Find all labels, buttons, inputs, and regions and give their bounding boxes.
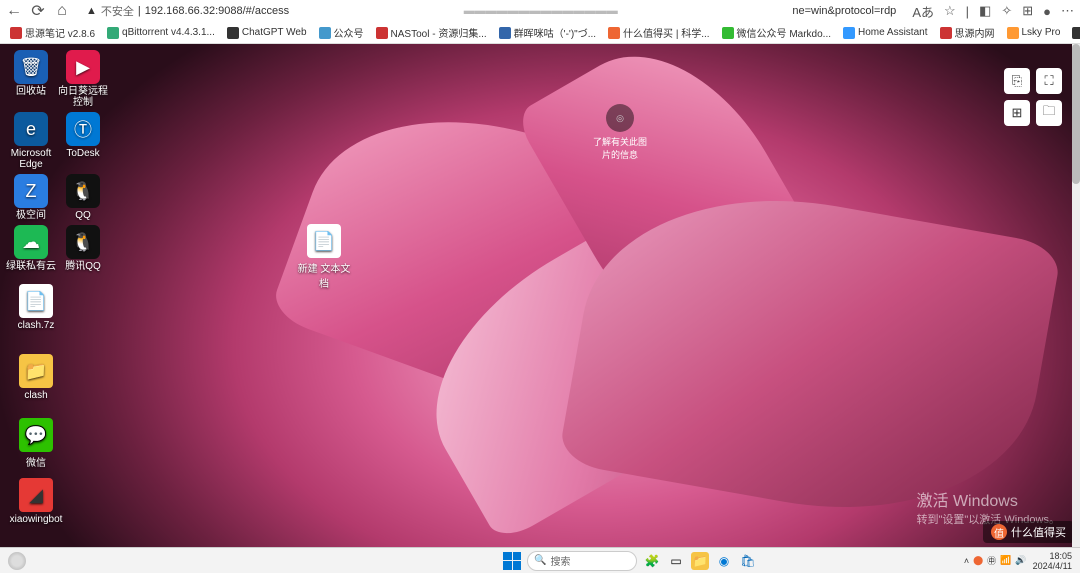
favicon-icon — [1072, 27, 1080, 39]
home-button[interactable]: ⌂ — [54, 3, 70, 19]
wallpaper-info-widget[interactable]: ◎ 了解有关此图 片的信息 — [580, 104, 660, 161]
smzdm-icon: 值 — [991, 524, 1007, 540]
favicon-icon — [10, 27, 22, 39]
desktop-icon[interactable]: ◢xiaowingbot — [6, 478, 66, 525]
favicon-icon — [940, 27, 952, 39]
tray-icon[interactable]: ⬤ — [973, 555, 983, 566]
chevron-up-icon[interactable]: ˄ — [964, 556, 969, 566]
scrollbar-thumb[interactable] — [1072, 44, 1080, 184]
smzdm-watermark: 值 什么值得买 — [983, 521, 1074, 543]
sidebar-icon[interactable]: ◧ — [979, 3, 991, 19]
collections-icon[interactable]: ✧ — [1001, 3, 1012, 19]
app-icon: Ⓣ — [66, 112, 100, 146]
app-icon: ▶ — [66, 50, 100, 84]
bookmark-item[interactable]: NASTool - 资源归集... — [372, 25, 491, 40]
bookmarks-bar: 思源笔记 v2.8.6 qBittorrent v4.4.3.1... ChatGP… — [0, 22, 1080, 44]
file-icon: 📄 — [307, 224, 341, 258]
favicon-icon — [107, 27, 119, 39]
desktop-icon[interactable]: 💬微信 — [6, 418, 66, 469]
desktop-icon[interactable]: eMicrosoft Edge — [6, 112, 56, 170]
app-icon: 🐧 — [66, 225, 100, 259]
favicon-icon — [227, 27, 239, 39]
edge-icon[interactable]: ◉ — [715, 552, 733, 570]
bookmark-item[interactable]: 什么值得买 | 科学... — [604, 25, 714, 40]
file-icon: 📁 — [19, 354, 53, 388]
weather-widget[interactable] — [8, 552, 26, 570]
rdp-control-panel: ⎘ ⛶ ⊞ 🗀 — [1004, 68, 1062, 126]
app-icon: Z — [14, 174, 48, 208]
wifi-icon[interactable]: 📶 — [1000, 555, 1011, 566]
desktop-icon[interactable]: ▶向日葵远程控制 — [58, 50, 108, 108]
lock-warn-icon: ▲ — [86, 5, 97, 17]
app-icon: ☁ — [14, 225, 48, 259]
file-explorer-icon[interactable]: 📁 — [691, 552, 709, 570]
bookmark-item[interactable]: qBittorrent v4.4.3.1... — [103, 27, 219, 39]
task-view-icon[interactable]: ▭ — [667, 552, 685, 570]
search-icon: 🔍 — [534, 555, 546, 566]
scrollbar[interactable] — [1072, 44, 1080, 547]
desktop-icon[interactable]: Z极空间 — [6, 174, 56, 221]
security-label: 不安全 — [101, 3, 134, 19]
bookmark-item[interactable]: 思源笔记 v2.8.6 — [6, 25, 99, 40]
favicon-icon — [499, 27, 511, 39]
favicon-icon — [608, 27, 620, 39]
bookmark-item[interactable]: Home Assistant — [839, 27, 931, 39]
input-icon[interactable]: ㊥ — [987, 554, 996, 567]
profile-icon[interactable]: ● — [1043, 4, 1051, 19]
ctrl-fullscreen-icon[interactable]: ⛶ — [1036, 68, 1062, 94]
app-icon: 🗑 — [14, 50, 48, 84]
windows-taskbar: 🔍 搜索 🧩 ▭ 📁 ◉ 🛍 ˄ ⬤ ㊥ 📶 🔊 18:05 2024/4/11 — [0, 547, 1080, 573]
bookmark-item[interactable]: 群晖咪咕（'-')"づ... — [495, 25, 600, 40]
file-icon: 📄 — [19, 284, 53, 318]
taskbar-search[interactable]: 🔍 搜索 — [527, 551, 637, 571]
bookmark-item[interactable]: code-server — [1068, 27, 1080, 39]
desktop-icon[interactable]: 📄clash.7z — [6, 284, 66, 331]
favicon-icon — [1007, 27, 1019, 39]
desktop-icon[interactable]: ⓉToDesk — [58, 112, 108, 170]
file-icon: 💬 — [19, 418, 53, 452]
ctrl-folder-icon[interactable]: 🗀 — [1036, 100, 1062, 126]
tb-app-1[interactable]: 🧩 — [643, 552, 661, 570]
favicon-icon — [843, 27, 855, 39]
refresh-button[interactable]: ⟳ — [30, 3, 46, 19]
camera-icon: ◎ — [606, 104, 634, 132]
extensions-icon[interactable]: ⊞ — [1022, 3, 1033, 19]
ctrl-clipboard-icon[interactable]: ⎘ — [1004, 68, 1030, 94]
back-button[interactable]: ← — [6, 3, 22, 19]
url-bar[interactable]: ▲ 不安全 | 192.168.66.32:9088/#/access ▬▬▬▬… — [78, 2, 904, 20]
file-icon: ◢ — [19, 478, 53, 512]
desktop-icon[interactable]: 🐧腾讯QQ — [58, 225, 108, 272]
ctrl-grid-icon[interactable]: ⊞ — [1004, 100, 1030, 126]
remote-desktop-view[interactable]: 🗑回收站▶向日葵远程控制eMicrosoft EdgeⓉToDeskZ极空间🐧Q… — [0, 44, 1080, 547]
desktop-icon[interactable]: 📄新建 文本文档 — [294, 224, 354, 290]
divider: | — [966, 4, 969, 19]
favicon-icon — [722, 27, 734, 39]
bookmark-item[interactable]: ChatGPT Web — [223, 27, 311, 39]
taskbar-clock[interactable]: 18:05 2024/4/11 — [1033, 551, 1072, 571]
app-icon: e — [14, 112, 48, 146]
bookmark-item[interactable]: 微信公众号 Markdo... — [718, 25, 835, 40]
bookmark-item[interactable]: 思源内网 — [936, 25, 999, 40]
desktop-icon[interactable]: 🐧QQ — [58, 174, 108, 221]
url-suffix: ne=win&protocol=rdp — [792, 5, 896, 17]
bookmark-item[interactable]: 公众号 — [315, 25, 368, 40]
system-tray[interactable]: ˄ ⬤ ㊥ 📶 🔊 — [964, 554, 1027, 567]
favorite-icon[interactable]: ☆ — [944, 3, 956, 19]
menu-icon[interactable]: ⋯ — [1061, 3, 1074, 19]
translate-icon[interactable]: Aあ — [912, 2, 934, 21]
favicon-icon — [376, 27, 388, 39]
start-button[interactable] — [503, 552, 521, 570]
store-icon[interactable]: 🛍 — [739, 552, 757, 570]
desktop-icon[interactable]: ☁绿联私有云 — [6, 225, 56, 272]
desktop-icon[interactable]: 🗑回收站 — [6, 50, 56, 108]
favicon-icon — [319, 27, 331, 39]
volume-icon[interactable]: 🔊 — [1015, 555, 1026, 566]
desktop-icon[interactable]: 📁clash — [6, 354, 66, 401]
app-icon: 🐧 — [66, 174, 100, 208]
bookmark-item[interactable]: Lsky Pro — [1003, 27, 1065, 39]
url-text: 192.168.66.32:9088/#/access — [145, 5, 289, 17]
